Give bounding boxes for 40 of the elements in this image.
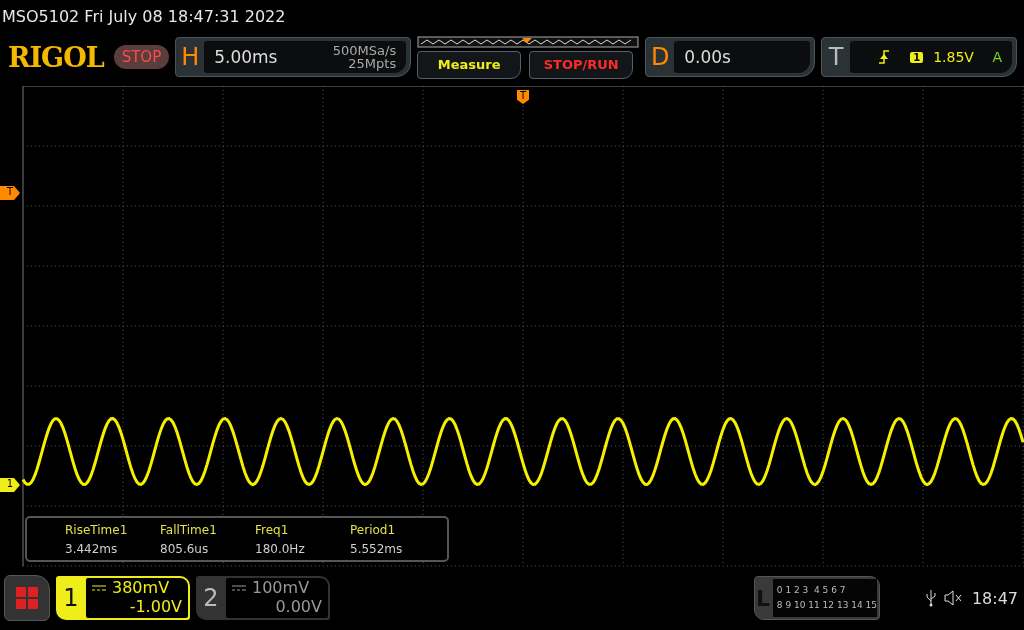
timebase-value: 5.00ms	[214, 47, 278, 67]
trigger-source: 1	[910, 51, 924, 63]
channel-panel[interactable]: 2 100mV 0.00V	[196, 576, 330, 620]
channel-offset: -1.00V	[129, 597, 182, 616]
channel-offset: 0.00V	[275, 597, 322, 616]
measurement-name: RiseTime1	[65, 522, 129, 539]
brand-logo: RIGOL	[8, 41, 104, 73]
memory-depth: 25Mpts	[348, 57, 397, 70]
sample-rate: 500MSa/s	[332, 44, 397, 57]
clock-time: 18:47	[971, 588, 1018, 608]
channel-scale: 380mV	[112, 578, 170, 597]
measurement-value: 180.0Hz	[255, 541, 306, 558]
logic-channels: 0 1 2 3 4 5 6 7	[776, 584, 847, 597]
trigger-level-marker[interactable]: T	[0, 186, 20, 200]
trigger-position-marker[interactable]: T	[517, 90, 529, 104]
device-title: MSO5102 Fri July 08 18:47:31 2022	[2, 6, 286, 26]
trigger-panel[interactable]: T 1 1.85V A	[821, 37, 1018, 77]
measurement-value: 805.6us	[160, 541, 210, 558]
measure-button[interactable]: Measure	[417, 50, 522, 79]
trigger-label: T	[827, 43, 845, 71]
channel-marker[interactable]: 1	[0, 478, 20, 492]
horizontal-panel[interactable]: H 5.00ms 500MSa/s 25Mpts	[175, 37, 412, 77]
delay-panel[interactable]: D 0.00s	[645, 37, 816, 77]
delay-label: D	[649, 43, 671, 71]
channel-panel[interactable]: 1 380mV -1.00V	[56, 576, 190, 620]
run-state-badge: STOP	[113, 45, 170, 69]
stop-run-button[interactable]: STOP/RUN	[529, 50, 634, 79]
measurement-name: Freq1	[255, 522, 290, 539]
trigger-level: 1.85V	[933, 49, 974, 65]
channel-number: 2	[202, 584, 220, 612]
logic-channels: 8 9 10 11 12 13 14 15	[776, 599, 877, 612]
channel-scale: 100mV	[252, 578, 310, 597]
measurement-name: FallTime1	[160, 522, 218, 539]
trigger-mode: A	[992, 49, 1003, 65]
measurement-value: 3.442ms	[65, 541, 119, 558]
horizontal-label: H	[180, 43, 201, 71]
measurement-name: Period1	[350, 522, 397, 539]
measurement-value: 5.552ms	[350, 541, 404, 558]
channel-number: 1	[62, 584, 80, 612]
delay-value: 0.00s	[684, 47, 731, 67]
